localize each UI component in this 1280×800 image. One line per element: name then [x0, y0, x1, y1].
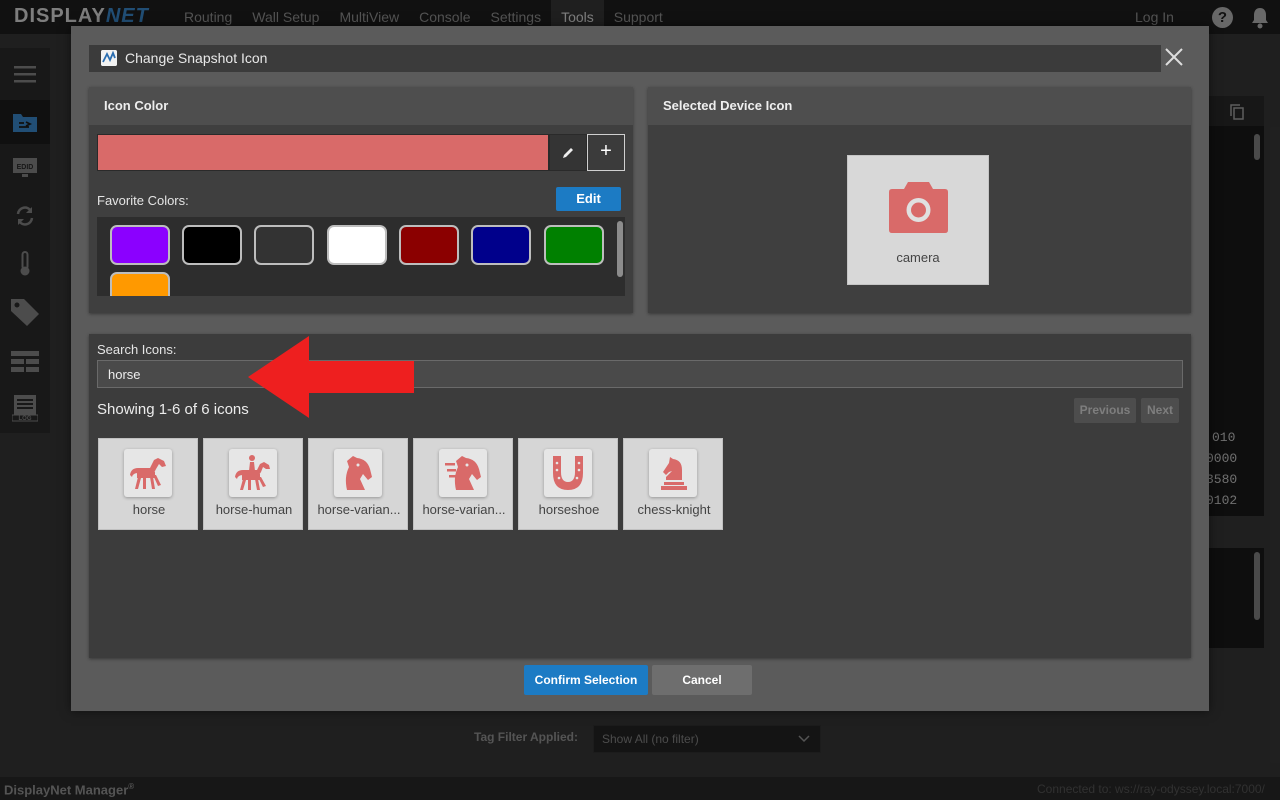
search-icons-label: Search Icons:: [97, 342, 177, 357]
current-color-swatch[interactable]: [97, 134, 549, 171]
icon-result-horse-variant[interactable]: horse-varian...: [308, 438, 408, 530]
annotation-arrow: [248, 336, 414, 418]
horse-variant-icon: [345, 456, 372, 490]
camera-icon: [889, 182, 948, 233]
confirm-selection-button[interactable]: Confirm Selection: [524, 665, 648, 695]
edit-color-button[interactable]: [549, 134, 587, 171]
favorite-color-swatch[interactable]: [110, 225, 170, 265]
selected-icon-label: camera: [896, 250, 940, 265]
next-page-button[interactable]: Next: [1141, 398, 1179, 423]
results-count: Showing 1-6 of 6 icons: [97, 401, 249, 418]
edit-favorites-button[interactable]: Edit: [556, 187, 621, 211]
chess-knight-icon: [661, 457, 687, 490]
selected-icon-tile: camera: [847, 155, 989, 285]
icon-result-chess-knight[interactable]: chess-knight: [623, 438, 723, 530]
icon-result-label: horse: [132, 502, 166, 517]
icon-result-label: horse-varian...: [317, 502, 401, 517]
pencil-icon: [563, 147, 573, 158]
dialog-title-bar: Change Snapshot Icon: [89, 45, 1161, 72]
icon-result-label: horse-varian...: [422, 502, 506, 517]
favorite-colors-label: Favorite Colors:: [97, 193, 189, 208]
selected-device-icon-heading: Selected Device Icon: [648, 87, 1191, 125]
horseshoe-icon: [553, 456, 583, 490]
favorite-color-swatch[interactable]: [182, 225, 242, 265]
icon-result-horse-variant-fast[interactable]: horse-varian...: [413, 438, 513, 530]
icon-result-horseshoe[interactable]: horseshoe: [518, 438, 618, 530]
icon-result-label: horseshoe: [538, 502, 600, 517]
icon-result-label: chess-knight: [637, 502, 711, 517]
icon-color-heading: Icon Color: [89, 87, 633, 125]
favorite-color-swatch[interactable]: [544, 225, 604, 265]
icon-color-panel: Icon Color + Favorite Colors: Edit: [89, 87, 633, 313]
cancel-button[interactable]: Cancel: [652, 665, 752, 695]
favorite-color-swatch[interactable]: [471, 225, 531, 265]
icon-result-label: horse-human: [215, 502, 293, 517]
add-color-button[interactable]: +: [587, 134, 625, 171]
horse-human-icon: [235, 455, 270, 490]
dialog-title: Change Snapshot Icon: [125, 50, 268, 66]
horse-variant-fast-icon: [445, 456, 481, 490]
favorite-color-swatch[interactable]: [327, 225, 387, 265]
horse-icon: [130, 458, 166, 489]
close-icon[interactable]: [1163, 46, 1185, 68]
favorites-scrollbar[interactable]: [617, 221, 623, 277]
favorite-color-swatch[interactable]: [399, 225, 459, 265]
previous-page-button[interactable]: Previous: [1074, 398, 1136, 423]
app-logo-icon: [101, 50, 117, 66]
favorite-color-swatch[interactable]: [110, 272, 170, 296]
change-snapshot-icon-dialog: Change Snapshot Icon Icon Color + Favori…: [71, 26, 1209, 711]
selected-device-icon-panel: Selected Device Icon camera: [648, 87, 1191, 313]
icon-result-horse[interactable]: horse: [98, 438, 198, 530]
favorite-color-swatch[interactable]: [254, 225, 314, 265]
favorite-colors-list: [97, 217, 625, 296]
icon-result-horse-human[interactable]: horse-human: [203, 438, 303, 530]
